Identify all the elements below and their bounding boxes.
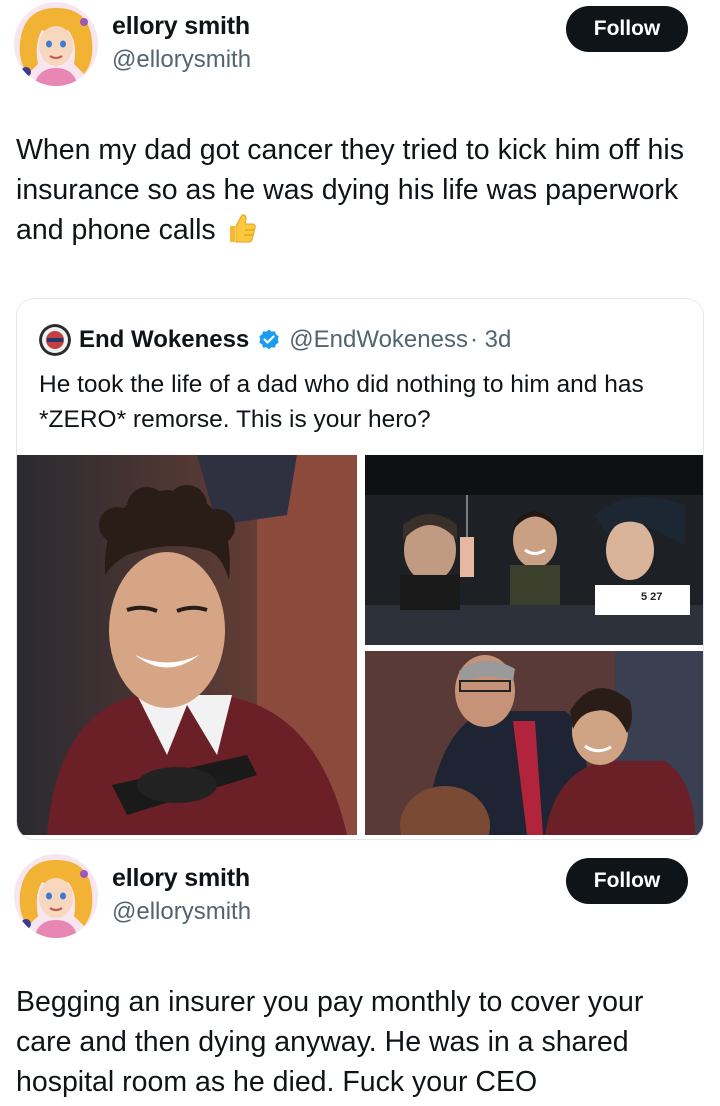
quote-body: He took the life of a dad who did nothin… — [39, 371, 644, 433]
post-text-2: Begging an insurer you pay monthly to co… — [16, 982, 706, 1102]
user-handle[interactable]: @EndWokeness — [289, 326, 468, 354]
post-header-1: ellory smith @ellorysmith Follow — [0, 2, 720, 92]
avatar[interactable] — [39, 324, 71, 356]
timestamp[interactable]: · 3d — [470, 326, 511, 354]
quoted-post[interactable]: End Wokeness @EndWokeness · 3d He took th… — [16, 298, 704, 840]
display-name[interactable]: End Wokeness — [79, 326, 249, 354]
user-handle[interactable]: @ellorysmith — [112, 46, 251, 74]
post-header-2: ellory smith @ellorysmith Follow — [0, 854, 720, 944]
display-name[interactable]: ellory smith — [112, 864, 250, 893]
post-body: Begging an insurer you pay monthly to co… — [16, 986, 644, 1098]
display-name[interactable]: ellory smith — [112, 12, 250, 41]
photo-note: 5 27 — [641, 591, 663, 603]
photo-3[interactable] — [365, 651, 703, 835]
post-body: When my dad got cancer they tried to kic… — [16, 134, 684, 246]
photo-2[interactable]: 5 27 — [365, 455, 703, 645]
user-handle[interactable]: @ellorysmith — [112, 898, 251, 926]
avatar[interactable] — [14, 854, 98, 938]
quote-header: End Wokeness @EndWokeness · 3d — [39, 324, 511, 356]
follow-button[interactable]: Follow — [566, 858, 688, 904]
avatar[interactable] — [14, 2, 98, 86]
thumbs-up-icon — [224, 211, 258, 245]
post-text-1: When my dad got cancer they tried to kic… — [16, 130, 706, 250]
photo-1[interactable] — [17, 455, 357, 835]
follow-button[interactable]: Follow — [566, 6, 688, 52]
verified-badge-icon — [257, 328, 281, 352]
